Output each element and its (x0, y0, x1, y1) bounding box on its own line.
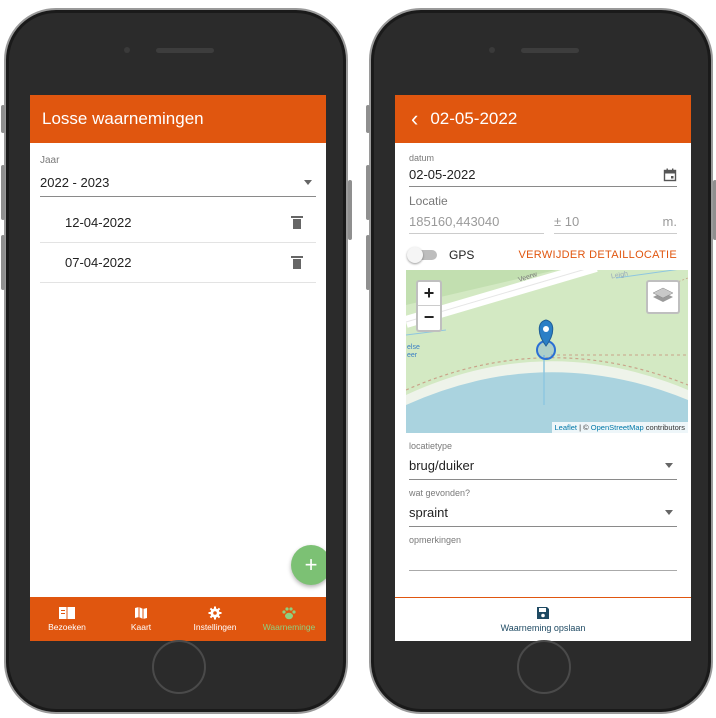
date-value: 02-05-2022 (409, 167, 476, 182)
gps-label: GPS (449, 248, 475, 262)
page-title: Losse waarnemingen (42, 109, 204, 128)
found-label: wat gevonden? (409, 488, 471, 498)
location-coordinates-field[interactable]: 185160,443040 (409, 214, 544, 234)
remarks-field[interactable] (409, 545, 677, 571)
volume-up-button (1, 165, 5, 220)
observation-date: 07-04-2022 (65, 255, 132, 270)
volume-down-button (366, 235, 370, 290)
save-observation-button[interactable]: Waarneming opslaan (395, 597, 691, 641)
trash-icon[interactable] (291, 216, 303, 229)
accuracy-field[interactable]: ± 10 m. (554, 214, 677, 234)
accuracy-value: 10 (564, 214, 580, 229)
save-label: Waarneming opslaan (500, 623, 586, 633)
observation-date: 12-04-2022 (65, 215, 132, 230)
accuracy-unit: m. (662, 214, 677, 229)
toggle-knob (407, 247, 423, 263)
layers-icon (652, 287, 674, 302)
nav-item-bezoeken[interactable]: Bezoeken (30, 597, 104, 641)
power-button (348, 180, 352, 240)
found-value: spraint (409, 505, 449, 520)
book-icon (59, 607, 75, 619)
nav-item-waarnemingen[interactable]: Waarneminge (252, 597, 326, 641)
screen-observations-list: Losse waarnemingen Jaar 2022 - 2023 12-0… (30, 95, 326, 641)
year-select[interactable]: 2022 - 2023 (40, 171, 316, 197)
map-zoom-control: + − (416, 280, 442, 332)
nav-item-kaart[interactable]: Kaart (104, 597, 178, 641)
openstreetmap-link[interactable]: OpenStreetMap (591, 423, 644, 432)
chevron-down-icon (304, 180, 312, 185)
floppy-disk-icon (537, 607, 549, 619)
calendar-icon[interactable] (663, 168, 677, 182)
mute-switch (366, 105, 370, 133)
location-type-value: brug/duiker (409, 458, 475, 473)
trash-icon[interactable] (291, 256, 303, 269)
location-row: 185160,443040 ± 10 m. (409, 214, 677, 234)
front-camera (124, 47, 130, 53)
leaflet-link[interactable]: Leaflet (555, 423, 578, 432)
nav-item-instellingen[interactable]: Instellingen (178, 597, 252, 641)
observation-list: 12-04-2022 07-04-2022 (40, 203, 316, 283)
found-select[interactable]: spraint (409, 501, 677, 527)
bottom-navigation: Bezoeken Kaart Instellingen Waarneminge (30, 597, 326, 641)
nav-label: Instellingen (193, 622, 237, 632)
chevron-down-icon (665, 463, 673, 468)
observation-form: datum 02-05-2022 Locatie 185160,443040 ±… (395, 143, 691, 571)
volume-up-button (366, 165, 370, 220)
page-title: 02-05-2022 (430, 109, 518, 128)
screen-observation-detail: ‹ 02-05-2022 datum 02-05-2022 Locatie 18… (395, 95, 691, 641)
phone-frame-left: Losse waarnemingen Jaar 2022 - 2023 12-0… (1, 8, 352, 714)
place-label: eer (407, 352, 418, 359)
earpiece-speaker (521, 48, 579, 53)
gps-toggle[interactable] (407, 247, 437, 263)
attribution-separator: | © (577, 423, 591, 432)
year-filter: Jaar 2022 - 2023 (30, 143, 326, 197)
list-item[interactable]: 07-04-2022 (40, 243, 316, 283)
map-icon (135, 607, 147, 619)
list-item[interactable]: 12-04-2022 (40, 203, 316, 243)
plus-minus-sign: ± (554, 214, 562, 229)
app-bar: ‹ 02-05-2022 (395, 95, 691, 143)
home-button (517, 640, 571, 694)
earpiece-speaker (156, 48, 214, 53)
place-label: else (407, 344, 420, 351)
location-label: Locatie (409, 194, 448, 208)
map-attribution: Leaflet | © OpenStreetMap contributors (551, 422, 688, 433)
map-layers-button[interactable] (646, 280, 680, 314)
volume-down-button (1, 235, 5, 290)
year-value: 2022 - 2023 (40, 175, 110, 190)
app-bar: Losse waarnemingen (30, 95, 326, 143)
paw-icon (282, 607, 296, 620)
location-type-select[interactable]: brug/duiker (409, 454, 677, 480)
zoom-in-button[interactable]: + (418, 282, 440, 306)
date-label: datum (409, 153, 435, 163)
gear-icon (208, 606, 222, 620)
date-field[interactable]: 02-05-2022 (409, 167, 677, 187)
zoom-out-button[interactable]: − (418, 306, 440, 330)
chevron-down-icon (665, 510, 673, 515)
home-button (152, 640, 206, 694)
location-map[interactable]: Veerw Leigh else eer + − Leaflet | © Ope… (406, 270, 688, 433)
nav-label: Waarneminge (262, 622, 316, 632)
location-type-label: locatietype (409, 441, 453, 451)
front-camera (489, 47, 495, 53)
nav-label: Kaart (130, 622, 152, 632)
remarks-label: opmerkingen (409, 535, 462, 545)
nav-label: Bezoeken (48, 622, 86, 632)
attribution-suffix: contributors (643, 423, 685, 432)
gps-row: GPS VERWIJDER DETAILLOCATIE (407, 247, 677, 263)
remove-detail-location-button[interactable]: VERWIJDER DETAILLOCATIE (519, 249, 677, 261)
back-arrow-icon[interactable]: ‹ (411, 106, 418, 132)
add-observation-button[interactable]: + (291, 545, 326, 585)
mute-switch (1, 105, 5, 133)
phone-frame-right: ‹ 02-05-2022 datum 02-05-2022 Locatie 18… (366, 8, 716, 714)
year-label: Jaar (40, 155, 60, 166)
